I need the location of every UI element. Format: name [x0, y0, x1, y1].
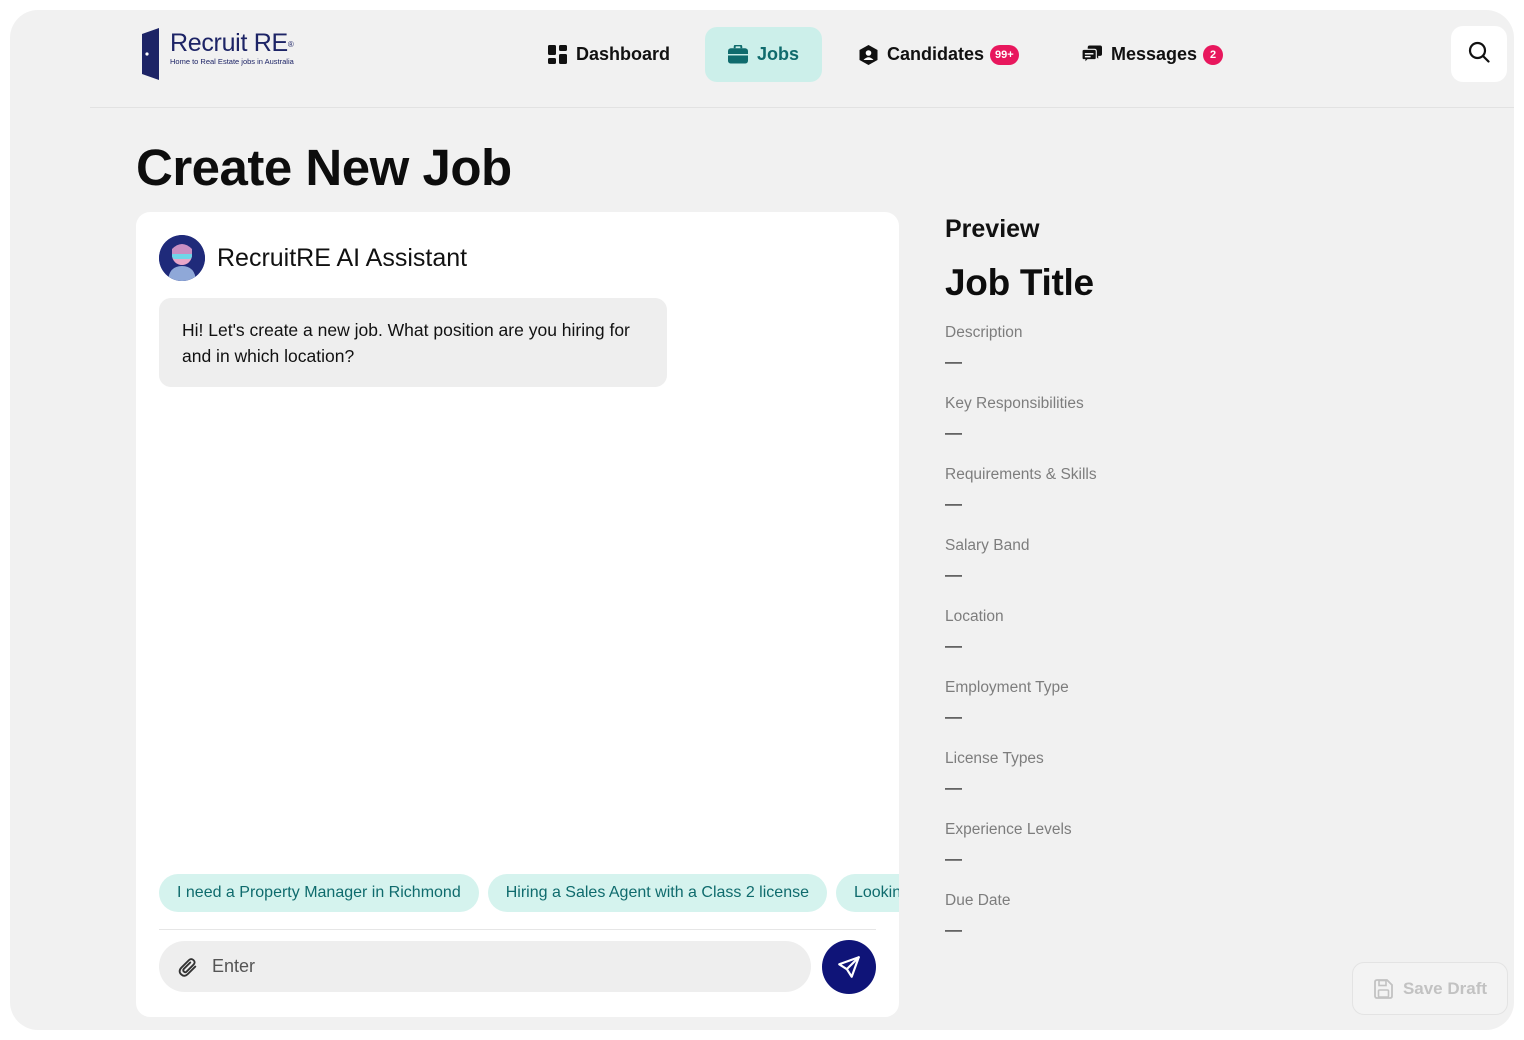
field-label: Due Date — [945, 892, 1011, 909]
suggestion-chip[interactable]: Hiring a Sales Agent with a Class 2 lice… — [487, 874, 827, 912]
suggestion-chips: I need a Property Manager in Richmond Hir… — [159, 874, 899, 912]
nav-label-candidates: Candidates — [887, 44, 985, 64]
field-label: Description — [945, 324, 1023, 341]
preview-field-experience-levels: Experience Levels — — [945, 821, 1345, 892]
field-value: — — [945, 920, 962, 939]
assistant-name: RecruitRE AI Assistant — [217, 243, 468, 272]
composer-divider — [159, 929, 876, 930]
attach-icon[interactable] — [177, 956, 199, 978]
nav-item-messages[interactable]: Messages 2 — [1082, 27, 1224, 82]
preview-field-due-date: Due Date — — [945, 892, 1345, 963]
field-label: Key Responsibilities — [945, 395, 1084, 412]
preview-field-description: Description — — [945, 324, 1345, 395]
door-logo-icon — [140, 28, 162, 80]
message-input[interactable] — [212, 956, 772, 977]
preview-heading: Preview — [945, 215, 1040, 243]
field-label: Salary Band — [945, 537, 1030, 554]
nav-label-messages: Messages — [1111, 44, 1198, 64]
message-composer — [159, 941, 811, 992]
brand-tagline: Home to Real Estate jobs in Australia — [170, 57, 294, 66]
field-value: — — [945, 352, 962, 371]
header-divider — [90, 107, 1514, 108]
user-hexagon-icon — [858, 44, 878, 65]
candidates-count-badge: 99+ — [990, 44, 1019, 65]
field-label: Employment Type — [945, 679, 1069, 696]
nav-item-dashboard[interactable]: Dashboard — [547, 27, 670, 82]
brand-logo[interactable]: Recruit RE® Home to Real Estate jobs in … — [140, 28, 294, 80]
preview-field-key-responsibilities: Key Responsibilities — — [945, 395, 1345, 466]
search-icon — [1468, 41, 1490, 68]
preview-job-title: Job Title — [945, 262, 1094, 303]
assistant-avatar — [159, 235, 205, 281]
field-value: — — [945, 778, 962, 797]
briefcase-icon — [728, 45, 748, 65]
suggestion-chip[interactable]: I need a Property Manager in Richmond — [159, 874, 479, 912]
send-button[interactable] — [822, 940, 876, 994]
preview-fields: Description — Key Responsibilities — Req… — [945, 324, 1345, 963]
nav-item-jobs[interactable]: Jobs — [705, 27, 823, 82]
save-disk-icon — [1373, 978, 1393, 999]
nav-item-candidates[interactable]: Candidates 99+ — [858, 27, 1019, 82]
send-icon — [836, 954, 862, 980]
preview-field-requirements: Requirements & Skills — — [945, 466, 1345, 537]
field-label: Experience Levels — [945, 821, 1072, 838]
page-title: Create New Job — [136, 139, 512, 196]
top-header: Recruit RE® Home to Real Estate jobs in … — [10, 10, 1514, 108]
preview-field-employment-type: Employment Type — — [945, 679, 1345, 750]
field-value: — — [945, 707, 962, 726]
field-value: — — [945, 849, 962, 868]
nav-label-jobs: Jobs — [757, 44, 800, 64]
brand-name: Recruit RE® — [170, 29, 294, 57]
field-label: License Types — [945, 750, 1044, 767]
nav-label-dashboard: Dashboard — [576, 44, 671, 64]
preview-field-salary-band: Salary Band — — [945, 537, 1345, 608]
assistant-header: RecruitRE AI Assistant — [159, 235, 467, 281]
field-value: — — [945, 494, 962, 513]
field-value: — — [945, 565, 962, 584]
ai-assistant-chat-panel: RecruitRE AI Assistant Hi! Let's create … — [136, 212, 899, 1017]
chat-bubbles-icon — [1082, 45, 1102, 65]
job-preview-panel: Preview Job Title Description — Key Resp… — [945, 212, 1345, 963]
field-value: — — [945, 423, 962, 442]
preview-field-license-types: License Types — — [945, 750, 1345, 821]
save-draft-label: Save Draft — [1402, 978, 1488, 998]
field-value: — — [945, 636, 962, 655]
messages-count-badge: 2 — [1203, 44, 1224, 65]
preview-field-location: Location — — [945, 608, 1345, 679]
app-window: Recruit RE® Home to Real Estate jobs in … — [10, 10, 1514, 1030]
field-label: Location — [945, 608, 1004, 625]
suggestion-chip[interactable]: Looking fo — [835, 874, 899, 912]
grid-icon — [547, 45, 567, 65]
save-draft-button[interactable]: Save Draft — [1352, 962, 1508, 1015]
assistant-message-bubble: Hi! Let's create a new job. What positio… — [159, 298, 667, 387]
field-label: Requirements & Skills — [945, 466, 1097, 483]
search-button[interactable] — [1451, 26, 1507, 82]
